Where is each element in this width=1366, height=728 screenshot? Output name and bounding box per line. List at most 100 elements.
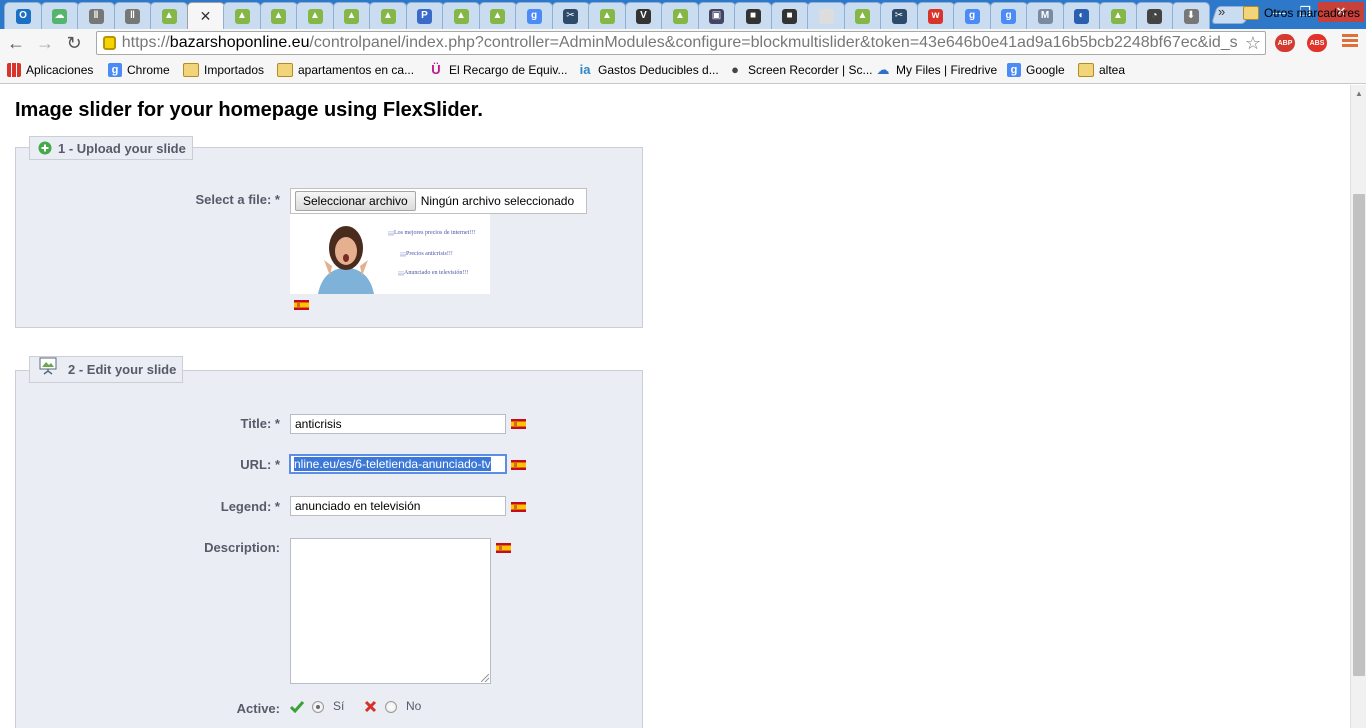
adblock-extension-icon[interactable]: ABP [1275,34,1295,52]
bookmark-item[interactable]: Ü El Recargo de Equiv... [428,61,567,79]
spain-flag-icon[interactable] [511,460,526,470]
file-input[interactable]: Seleccionar archivo Ningún archivo selec… [290,188,587,214]
bookmarks-overflow-chevron[interactable]: » [1218,4,1225,19]
shop-icon: ▲ [1110,8,1126,24]
shop-icon: ▲ [271,8,286,24]
title-input[interactable]: anticrisis [290,414,506,434]
browser-tab[interactable]: ▲ [296,2,334,29]
blank-icon [818,8,834,24]
google-icon: g [1001,8,1016,24]
choose-file-button[interactable]: Seleccionar archivo [295,191,416,211]
menu-icon[interactable] [1342,34,1358,50]
bookmark-label: Aplicaciones [26,63,94,77]
browser-tab[interactable]: ◔ [1135,2,1174,29]
bookmark-item[interactable]: Importados [183,61,264,79]
active-no-radio[interactable] [385,701,397,713]
ioi-icon: ▣ [709,8,724,24]
browser-tab[interactable]: ▣ [697,2,736,29]
google-icon: g [526,8,542,24]
bookmark-item[interactable]: Aplicaciones [7,61,93,79]
browser-tab[interactable]: g [989,2,1028,29]
spain-flag-icon[interactable] [496,543,511,553]
browser-tab[interactable]: ▲ [1099,2,1137,29]
browser-tab[interactable]: ◐ [1062,2,1101,29]
close-icon[interactable]: ✕ [200,8,212,25]
u-icon: Ü [431,62,441,77]
upload-legend: 1 - Upload your slide [29,136,193,160]
bookmark-item[interactable]: g Chrome [108,61,170,79]
browser-tab[interactable]: ▲ [259,2,298,29]
shop-icon: ▲ [672,8,688,24]
abs-extension-icon[interactable]: ABS [1307,34,1327,52]
browser-tab[interactable]: ▲ [369,2,407,29]
description-textarea[interactable] [290,538,491,684]
browser-tab[interactable]: g [953,2,991,29]
som-icon: ● [731,62,739,77]
bookmark-label: Chrome [127,63,170,77]
browser-tab[interactable]: ⬇ [1172,2,1210,29]
browser-tab[interactable]: M [1026,2,1064,29]
shop-icon: ▲ [490,8,505,24]
browser-tab[interactable]: ▲ [332,2,371,29]
preview-line-2: ¡¡¡Precios anticrisis!!! [400,251,453,257]
url-scheme: https:// [121,34,170,51]
browser-tab[interactable] [807,2,845,29]
browser-tab[interactable]: ✂ [880,2,918,29]
bookmark-item[interactable]: ia Gastos Deducibles d... [577,61,719,79]
url-input[interactable]: nline.eu/es/6-teletienda-anunciado-tv [289,454,507,474]
spain-flag-icon[interactable] [294,300,309,310]
back-arrow-icon[interactable]: ← [5,33,27,53]
browser-tab[interactable]: ‖ [113,2,152,29]
browser-tab[interactable]: V [624,2,663,29]
browser-tab[interactable]: ▲ [661,2,699,29]
browser-tab[interactable]: ▲ [442,2,480,29]
browser-tab[interactable]: P [405,2,444,29]
other-bookmarks[interactable]: Otros marcadores [1243,4,1360,22]
bookmark-item[interactable]: apartamentos en ca... [277,61,414,79]
browser-tab[interactable]: ☁ [40,2,79,29]
bookmark-item[interactable]: altea [1078,61,1125,79]
browser-tab[interactable]: ▲ [478,2,517,29]
browser-tab[interactable]: ▲ [843,2,882,29]
browser-tab[interactable]: ▲ [588,2,626,29]
spain-flag-icon[interactable] [511,419,526,429]
shop-icon: ▲ [380,8,396,24]
address-bar[interactable]: https:// bazarshoponline.eu /controlpane… [96,31,1266,55]
star-icon[interactable]: ☆ [1245,33,1261,54]
tab-active[interactable]: ✕ [186,2,225,30]
page-scrollbar[interactable]: ▲ [1350,85,1366,728]
browser-tab[interactable]: O [4,2,42,29]
bookmark-label: My Files | Firedrive [896,63,998,77]
bookmark-item[interactable]: ☁ My Files | Firedrive [875,61,998,79]
gauge-icon: ◔ [1147,8,1162,24]
browser-tab[interactable]: w [916,2,955,29]
reload-icon[interactable]: ↻ [63,33,85,53]
url-label: URL: * [240,457,280,472]
scrollbar-thumb[interactable] [1353,194,1365,676]
active-yes-radio[interactable] [312,701,324,713]
scroll-up-arrow-icon[interactable]: ▲ [1355,89,1363,98]
legend-input[interactable]: anunciado en televisión [290,496,506,516]
preview-line-3: ¡¡¡Anunciado en televisión!!! [398,270,469,276]
browser-tab[interactable]: ■ [734,2,772,29]
url-path: /controlpanel/index.php?controller=Admin… [309,34,1238,51]
spain-flag-icon[interactable] [511,502,526,512]
browser-tab[interactable]: g [515,2,553,29]
edit-legend: 2 - Edit your slide [29,356,184,383]
scissors-icon: ✂ [891,8,907,24]
bookmark-item[interactable]: g Google [1007,61,1065,79]
browser-tab[interactable]: ‖ [77,2,115,29]
browser-tab[interactable]: ▲ [150,2,188,29]
description-label: Description: [204,540,280,555]
browser-tab[interactable]: ▲ [223,2,261,29]
browser-tab[interactable]: ■ [770,2,809,29]
cloud-icon: ☁ [52,8,67,24]
circle-icon: ◐ [1074,8,1089,24]
google-icon: g [964,8,980,24]
resize-grip-icon[interactable] [481,674,489,682]
active-label: Active: [236,701,280,716]
bookmark-item[interactable]: ● Screen Recorder | Sc... [727,61,872,79]
forward-arrow-icon[interactable]: → [34,33,56,53]
browser-tab[interactable]: ✂ [551,2,590,29]
download-icon: ⬇ [1183,8,1199,24]
